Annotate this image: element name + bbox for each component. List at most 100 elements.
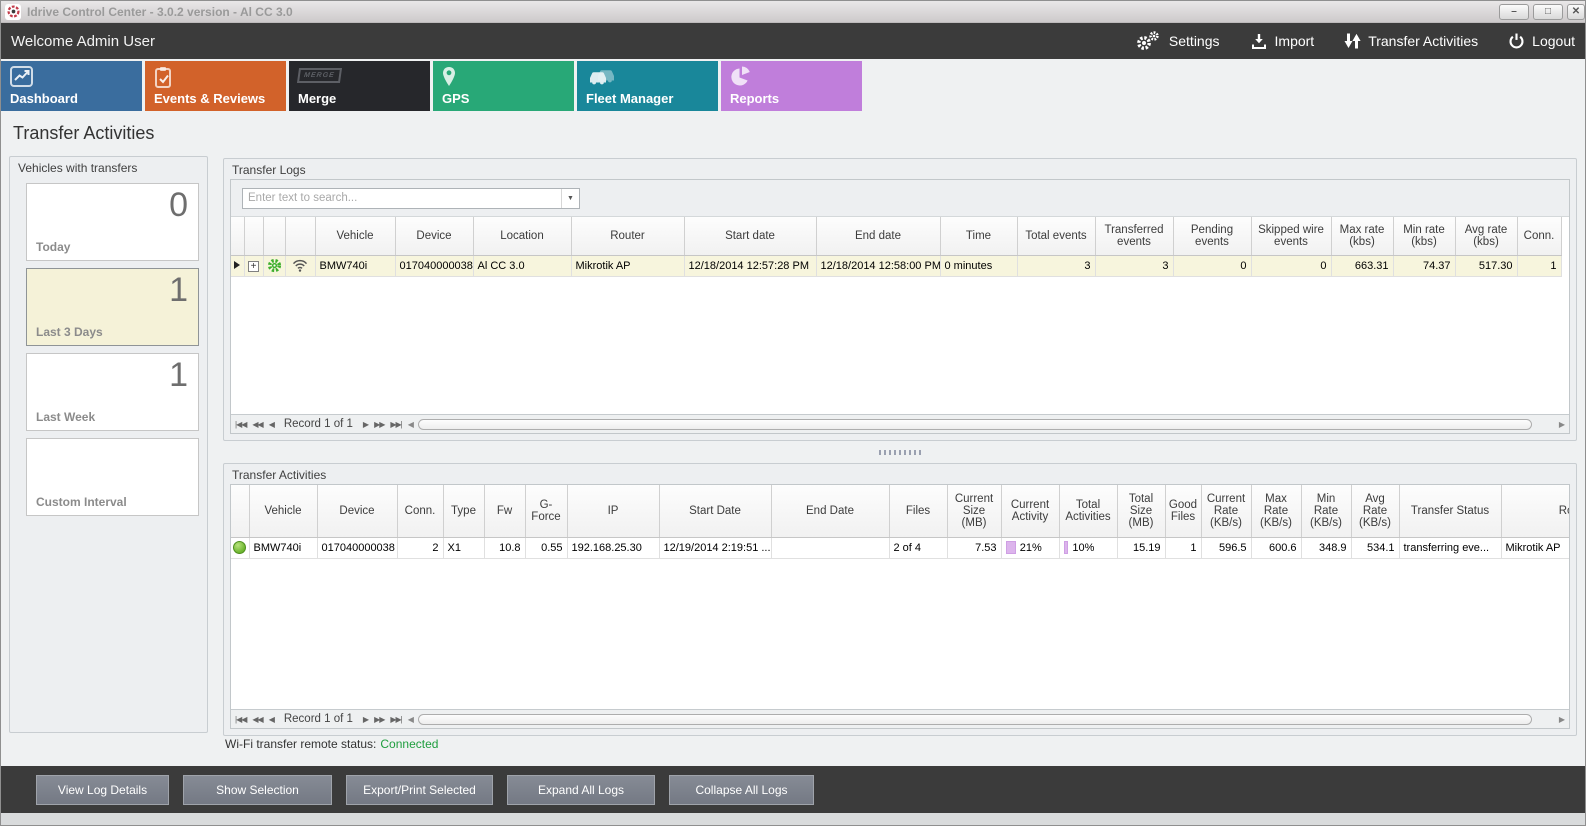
title-bar: Idrive Control Center - 3.0.2 version - …: [1, 1, 1585, 23]
filter-card-last-3-days[interactable]: 1 Last 3 Days: [26, 268, 199, 346]
vehicles-with-transfers-panel: Vehicles with transfers 0 Today 1 Last 3…: [9, 156, 208, 733]
first-record-icon[interactable]: |◀◀: [235, 420, 246, 429]
scroll-right-icon[interactable]: ▶: [1559, 715, 1565, 724]
view-log-details-button[interactable]: View Log Details: [36, 775, 169, 805]
chevron-down-icon[interactable]: ▼: [561, 189, 579, 208]
col-total-activities[interactable]: Total Activities: [1059, 485, 1117, 537]
maximize-button[interactable]: □: [1533, 4, 1563, 20]
splitter-handle[interactable]: [879, 450, 921, 455]
col-max-rate[interactable]: Max rate (kbs): [1331, 217, 1393, 255]
expand-plus-icon[interactable]: +: [244, 255, 263, 276]
transfer-arrows-icon: [1344, 32, 1361, 50]
col-wifi: [285, 217, 315, 255]
transfer-activities-title: Transfer Activities: [224, 464, 1576, 484]
col-fw[interactable]: Fw: [484, 485, 525, 537]
col-files[interactable]: Files: [889, 485, 947, 537]
col-router[interactable]: Router: [1501, 485, 1570, 537]
logout-button[interactable]: Logout: [1508, 33, 1575, 50]
show-selection-button[interactable]: Show Selection: [183, 775, 332, 805]
filter-card-last-week[interactable]: 1 Last Week: [26, 353, 199, 431]
col-skipped-wire-events[interactable]: Skipped wire events: [1251, 217, 1331, 255]
logout-label: Logout: [1532, 33, 1575, 49]
minimize-button[interactable]: –: [1499, 4, 1529, 20]
scroll-right-icon[interactable]: ▶: [1559, 420, 1565, 429]
tile-reports[interactable]: Reports: [721, 61, 862, 111]
first-record-icon[interactable]: |◀◀: [235, 715, 246, 724]
cell-transferred-events: 3: [1095, 255, 1173, 276]
search-input[interactable]: [243, 192, 561, 204]
col-total-events[interactable]: Total events: [1017, 217, 1095, 255]
col-total-size[interactable]: Total Size (MB): [1117, 485, 1165, 537]
col-vehicle[interactable]: Vehicle: [249, 485, 317, 537]
transfer-activities-button[interactable]: Transfer Activities: [1344, 32, 1478, 50]
filter-card-today[interactable]: 0 Today: [26, 183, 199, 261]
collapse-all-logs-button[interactable]: Collapse All Logs: [669, 775, 814, 805]
filter-card-custom-interval[interactable]: Custom Interval: [26, 438, 199, 516]
tile-fleet-manager[interactable]: Fleet Manager: [577, 61, 718, 111]
col-avg-rate[interactable]: Avg Rate (KB/s): [1351, 485, 1399, 537]
col-time[interactable]: Time: [940, 217, 1017, 255]
col-transfer-status[interactable]: Transfer Status: [1399, 485, 1501, 537]
col-max-rate[interactable]: Max Rate (KB/s): [1251, 485, 1301, 537]
gears-icon: [1134, 30, 1162, 52]
col-start-date[interactable]: Start date: [684, 217, 816, 255]
col-conn[interactable]: Conn.: [397, 485, 443, 537]
transfer-activity-row[interactable]: BMW740i 017040000038 2 X1 10.8 0.55 192.…: [231, 537, 1570, 558]
col-min-rate[interactable]: Min rate (kbs): [1393, 217, 1455, 255]
transfer-activities-table: Vehicle Device Conn. Type Fw G-Force IP …: [231, 485, 1570, 559]
cell-vehicle: BMW740i: [249, 537, 317, 558]
col-vehicle[interactable]: Vehicle: [315, 217, 395, 255]
col-pending-events[interactable]: Pending events: [1173, 217, 1251, 255]
col-ip[interactable]: IP: [567, 485, 659, 537]
prev-record-icon[interactable]: ◀: [269, 420, 274, 429]
cell-conn: 2: [397, 537, 443, 558]
col-type[interactable]: Type: [443, 485, 484, 537]
col-end-date[interactable]: End date: [816, 217, 940, 255]
col-avg-rate[interactable]: Avg rate (kbs): [1455, 217, 1517, 255]
scrollbar-thumb[interactable]: [418, 419, 1532, 430]
col-end-date[interactable]: End Date: [771, 485, 889, 537]
col-device[interactable]: Device: [395, 217, 473, 255]
import-button[interactable]: Import: [1250, 32, 1315, 50]
horizontal-scrollbar[interactable]: [418, 714, 1555, 725]
export-print-selected-button[interactable]: Export/Print Selected: [346, 775, 493, 805]
settings-button[interactable]: Settings: [1134, 30, 1220, 52]
expand-all-logs-button[interactable]: Expand All Logs: [507, 775, 655, 805]
prev-page-icon[interactable]: ◀◀: [252, 715, 262, 724]
fleet-vehicles-icon: [586, 66, 618, 87]
col-device[interactable]: Device: [317, 485, 397, 537]
tile-label: Fleet Manager: [586, 91, 673, 106]
cell-router: Mikrotik AP: [1501, 537, 1570, 558]
scroll-left-icon[interactable]: ◀: [408, 420, 414, 429]
next-page-icon[interactable]: ▶▶: [374, 420, 384, 429]
col-g-force[interactable]: G-Force: [525, 485, 567, 537]
col-current-size[interactable]: Current Size (MB): [947, 485, 1001, 537]
col-current-activity[interactable]: Current Activity: [1001, 485, 1059, 537]
col-start-date[interactable]: Start Date: [659, 485, 771, 537]
scroll-left-icon[interactable]: ◀: [408, 715, 414, 724]
col-router[interactable]: Router: [571, 217, 684, 255]
col-good-files[interactable]: Good Files: [1165, 485, 1201, 537]
tile-merge[interactable]: MERGE Merge: [289, 61, 430, 111]
col-transferred-events[interactable]: Transferred events: [1095, 217, 1173, 255]
horizontal-scrollbar[interactable]: [418, 419, 1555, 430]
next-page-icon[interactable]: ▶▶: [374, 715, 384, 724]
tile-dashboard[interactable]: Dashboard: [1, 61, 142, 111]
col-conn[interactable]: Conn.: [1517, 217, 1561, 255]
cell-good-files: 1: [1165, 537, 1201, 558]
col-location[interactable]: Location: [473, 217, 571, 255]
col-current-rate[interactable]: Current Rate (KB/s): [1201, 485, 1251, 537]
close-button[interactable]: ✕: [1567, 4, 1585, 20]
transfer-log-row[interactable]: + BMW740i 017040000038 Al CC 3.0 Mikroti…: [231, 255, 1561, 276]
cell-end-date: [771, 537, 889, 558]
col-min-rate[interactable]: Min Rate (KB/s): [1301, 485, 1351, 537]
scrollbar-thumb[interactable]: [418, 714, 1532, 725]
prev-page-icon[interactable]: ◀◀: [252, 420, 262, 429]
next-record-icon[interactable]: ▶: [363, 715, 368, 724]
tile-events-reviews[interactable]: Events & Reviews: [145, 61, 286, 111]
last-record-icon[interactable]: ▶▶|: [390, 420, 401, 429]
prev-record-icon[interactable]: ◀: [269, 715, 274, 724]
last-record-icon[interactable]: ▶▶|: [390, 715, 401, 724]
next-record-icon[interactable]: ▶: [363, 420, 368, 429]
tile-gps[interactable]: GPS: [433, 61, 574, 111]
